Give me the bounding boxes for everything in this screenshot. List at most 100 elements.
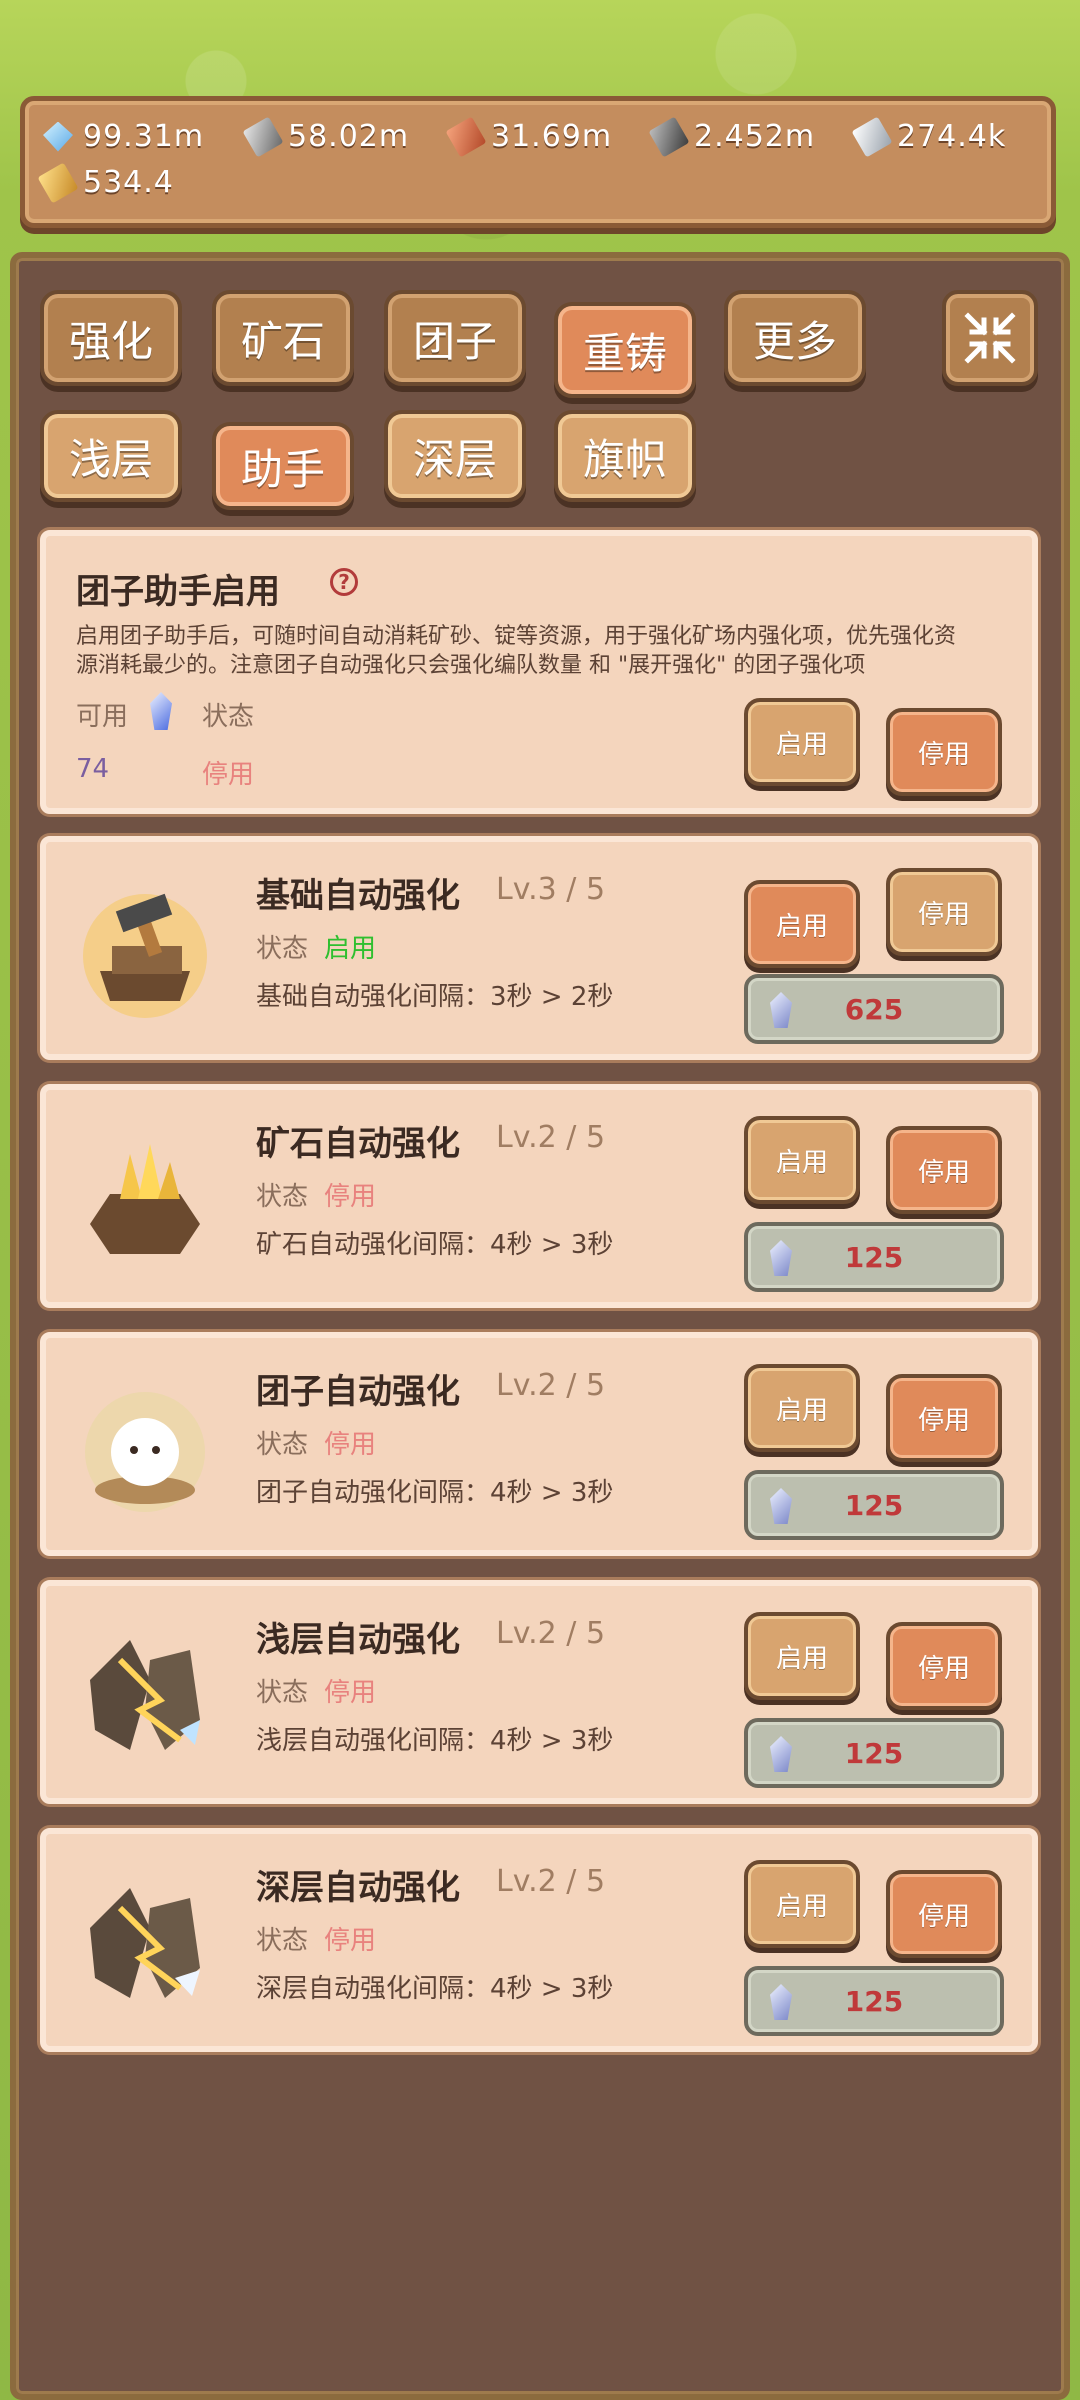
- desc-line: 启用团子助手后，可随时间自动消耗矿砂、锭等资源，用于强化矿场内强化项，优先强化资: [76, 624, 957, 649]
- upgrade-level: Lv.2 / 5: [496, 1616, 606, 1651]
- crystal-icon: [770, 992, 792, 1028]
- available-value: 74: [76, 754, 110, 784]
- upgrade-cost-button[interactable]: 125: [744, 1966, 1004, 2036]
- upgrade-card: 深层自动强化 Lv.2 / 5 状态 停用 深层自动强化间隔：4秒 > 3秒 启…: [40, 1828, 1038, 2052]
- status-value: 停用: [324, 1430, 377, 1460]
- upgrade-title: 团子自动强化: [256, 1372, 460, 1412]
- collapse-icon: [964, 312, 1016, 364]
- tab-label: 旗帜: [582, 434, 667, 484]
- tab-deep[interactable]: 深层: [384, 410, 526, 502]
- upgrade-card: 浅层自动强化 Lv.2 / 5 状态 停用 浅层自动强化间隔：4秒 > 3秒 启…: [40, 1580, 1038, 1804]
- upgrade-cost-button[interactable]: 125: [744, 1470, 1004, 1540]
- button-label: 停用: [917, 1901, 970, 1932]
- status-value: 启用: [324, 934, 377, 964]
- status-label: 状态: [256, 1430, 309, 1460]
- resource-value: 2.452m: [694, 119, 816, 154]
- upgrade-cost-button[interactable]: 125: [744, 1718, 1004, 1788]
- available-label: 可用: [76, 702, 129, 732]
- upgrade-interval: 浅层自动强化间隔：4秒 > 3秒: [256, 1726, 614, 1756]
- disable-button[interactable]: 停用: [886, 1374, 1002, 1462]
- anvil-icon: [83, 893, 207, 1018]
- cost-value: 125: [844, 1240, 904, 1274]
- button-label: 停用: [917, 899, 970, 930]
- crystal-icon: [770, 1488, 792, 1524]
- tab-banner[interactable]: 旗帜: [554, 410, 696, 502]
- shallow-rock-icon: [90, 1640, 200, 1750]
- upgrade-level: Lv.2 / 5: [496, 1864, 606, 1899]
- button-label: 停用: [917, 739, 970, 770]
- tab-ore[interactable]: 矿石: [212, 290, 354, 386]
- resource-crystal: 99.31m: [43, 119, 248, 154]
- resource-bar: 99.31m 58.02m 31.69m 2.452m 274.4k 534.4: [20, 96, 1056, 228]
- button-label: 启用: [775, 1891, 828, 1922]
- tab-more[interactable]: 更多: [724, 290, 866, 386]
- assistant-title: 团子助手启用: [76, 572, 280, 612]
- tab-recast[interactable]: 重铸: [554, 302, 696, 398]
- disable-button[interactable]: 停用: [886, 708, 1002, 796]
- status-label: 状态: [202, 702, 255, 732]
- upgrade-cost-button[interactable]: 125: [744, 1222, 1004, 1292]
- status-label: 状态: [256, 1182, 309, 1212]
- disable-button[interactable]: 停用: [886, 1622, 1002, 1710]
- upgrade-icon: [70, 1620, 220, 1770]
- button-label: 启用: [775, 1395, 828, 1426]
- cost-value: 125: [844, 1488, 904, 1522]
- tab-label: 更多: [752, 316, 837, 366]
- upgrade-icon: [70, 1372, 220, 1522]
- tab-label: 浅层: [68, 434, 153, 484]
- dumpling-icon: [85, 1392, 205, 1512]
- tab-dumpling[interactable]: 团子: [384, 290, 526, 386]
- enable-button[interactable]: 启用: [744, 698, 860, 786]
- dark-ingot-icon: [648, 116, 690, 157]
- help-icon-glyph: ?: [338, 570, 350, 594]
- status-value: 停用: [202, 760, 255, 790]
- enable-button[interactable]: 启用: [744, 1364, 860, 1452]
- collapse-button[interactable]: [942, 290, 1038, 386]
- tab-assistant[interactable]: 助手: [212, 422, 354, 510]
- button-label: 启用: [775, 729, 828, 760]
- copper-ingot-icon: [445, 116, 487, 157]
- assistant-description: 启用团子助手后，可随时间自动消耗矿砂、锭等资源，用于强化矿场内强化项，优先强化资…: [76, 622, 1016, 680]
- upgrade-interval: 基础自动强化间隔：3秒 > 2秒: [256, 982, 614, 1012]
- tab-label: 矿石: [240, 316, 325, 366]
- crystal-icon: [770, 1984, 792, 2020]
- crystal-icon: [770, 1736, 792, 1772]
- desc-line: 源消耗最少的。注意团子自动强化只会强化编队数量 和 "展开强化" 的团子强化项: [76, 653, 866, 678]
- resource-silver: 274.4k: [851, 116, 1006, 157]
- enable-button[interactable]: 启用: [744, 1116, 860, 1204]
- crystal-icon: [150, 692, 172, 730]
- cost-value: 125: [844, 1984, 904, 2018]
- help-icon[interactable]: ?: [330, 568, 358, 596]
- status-value: 停用: [324, 1926, 377, 1956]
- silver-ingot-icon: [851, 116, 893, 157]
- resource-value: 99.31m: [83, 119, 205, 154]
- upgrade-card: 团子自动强化 Lv.2 / 5 状态 停用 团子自动强化间隔：4秒 > 3秒 启…: [40, 1332, 1038, 1556]
- upgrade-interval: 深层自动强化间隔：4秒 > 3秒: [256, 1974, 614, 2004]
- enable-button[interactable]: 启用: [744, 880, 860, 968]
- status-value: 停用: [324, 1182, 377, 1212]
- disable-button[interactable]: 停用: [886, 1126, 1002, 1214]
- resource-value: 58.02m: [288, 119, 410, 154]
- resource-steel: 58.02m: [242, 116, 451, 157]
- button-label: 停用: [917, 1653, 970, 1684]
- disable-button[interactable]: 停用: [886, 1870, 1002, 1958]
- gold-ore-icon: [90, 1144, 200, 1254]
- disable-button[interactable]: 停用: [886, 868, 1002, 956]
- upgrade-title: 深层自动强化: [256, 1868, 460, 1908]
- tab-shallow[interactable]: 浅层: [40, 410, 182, 502]
- tab-label: 深层: [412, 434, 497, 484]
- upgrade-interval: 矿石自动强化间隔：4秒 > 3秒: [256, 1230, 614, 1260]
- upgrade-cost-button[interactable]: 625: [744, 974, 1004, 1044]
- upgrade-level: Lv.3 / 5: [496, 872, 606, 907]
- button-label: 启用: [775, 911, 828, 942]
- upgrade-title: 矿石自动强化: [256, 1124, 460, 1164]
- tab-label: 强化: [68, 316, 153, 366]
- resource-copper: 31.69m: [445, 116, 654, 157]
- resource-value: 31.69m: [491, 119, 613, 154]
- enable-button[interactable]: 启用: [744, 1860, 860, 1948]
- upgrade-title: 基础自动强化: [256, 876, 460, 916]
- resource-value: 534.4: [83, 165, 174, 200]
- enable-button[interactable]: 启用: [744, 1612, 860, 1700]
- tab-enhance[interactable]: 强化: [40, 290, 182, 386]
- status-value: 停用: [324, 1678, 377, 1708]
